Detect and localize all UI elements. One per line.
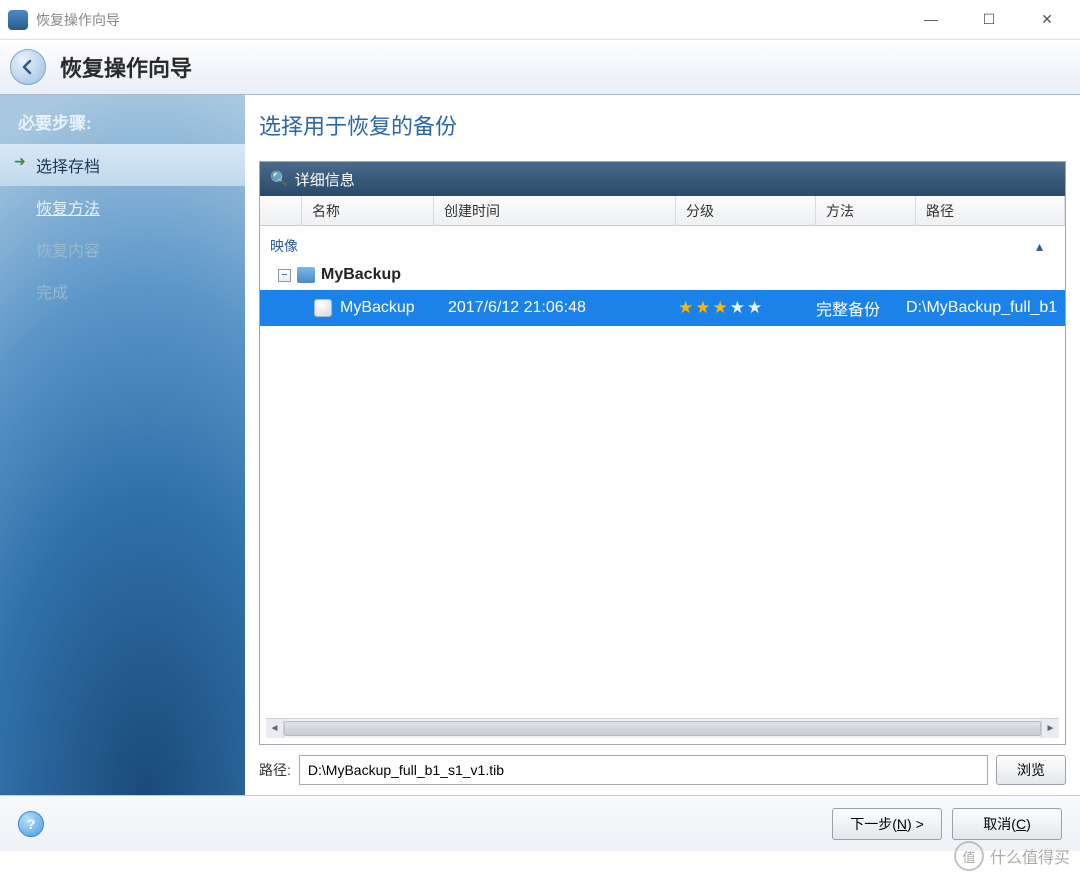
app-icon bbox=[8, 10, 28, 30]
backup-tree: 映像 ▴ − MyBackup MyBackup 2017/6/12 21:06… bbox=[260, 226, 1065, 712]
col-spacer bbox=[260, 196, 302, 225]
window-title: 恢复操作向导 bbox=[36, 10, 120, 30]
horizontal-scrollbar[interactable]: ◄ ► bbox=[266, 718, 1059, 738]
backup-row-selected[interactable]: MyBackup 2017/6/12 21:06:48 ★ ★ ★ ★ ★ 完整… bbox=[260, 290, 1065, 326]
archive-icon bbox=[297, 267, 315, 283]
page-title: 选择用于恢复的备份 bbox=[259, 109, 1066, 141]
step-recovery-method[interactable]: 恢复方法 bbox=[0, 186, 245, 228]
wizard-title: 恢复操作向导 bbox=[60, 51, 192, 83]
magnifier-icon: 🔍 bbox=[270, 170, 289, 188]
row-path: D:\MyBackup_full_b1 bbox=[906, 299, 1065, 317]
browse-button[interactable]: 浏览 bbox=[996, 755, 1066, 785]
scroll-left-icon[interactable]: ◄ bbox=[266, 719, 284, 738]
col-rating[interactable]: 分级 bbox=[676, 196, 816, 225]
col-path[interactable]: 路径 bbox=[916, 196, 1065, 225]
main-panel: 选择用于恢复的备份 🔍 详细信息 名称 创建时间 分级 方法 路径 映像 ▴ bbox=[245, 95, 1080, 795]
cancel-button[interactable]: 取消(C) bbox=[952, 808, 1062, 840]
col-name[interactable]: 名称 bbox=[302, 196, 434, 225]
row-rating: ★ ★ ★ ★ ★ bbox=[678, 298, 816, 318]
group-images[interactable]: 映像 ▴ bbox=[260, 232, 1065, 260]
row-name: MyBackup bbox=[340, 299, 448, 317]
watermark-text: 什么值得买 bbox=[990, 844, 1070, 868]
backup-image-icon bbox=[314, 299, 332, 317]
chevron-up-icon[interactable]: ▴ bbox=[1036, 238, 1043, 255]
titlebar: 恢复操作向导 — ☐ ✕ bbox=[0, 0, 1080, 40]
backup-list-panel: 🔍 详细信息 名称 创建时间 分级 方法 路径 映像 ▴ − MyBac bbox=[259, 161, 1066, 745]
tree-node-label: MyBackup bbox=[321, 266, 401, 284]
arrow-left-icon bbox=[20, 59, 36, 75]
step-finish: 完成 bbox=[0, 270, 245, 312]
star-icon: ★ bbox=[747, 298, 762, 318]
sidebar: 必要步骤: 选择存档 恢复方法 恢复内容 完成 bbox=[0, 95, 245, 795]
back-button[interactable] bbox=[10, 49, 46, 85]
window-controls: — ☐ ✕ bbox=[916, 11, 1072, 28]
watermark-badge: 值 bbox=[954, 841, 984, 871]
footer-actions: 下一步(N) > 取消(C) bbox=[832, 808, 1062, 840]
path-input[interactable] bbox=[299, 755, 988, 785]
star-icon: ★ bbox=[678, 298, 693, 318]
sidebar-title: 必要步骤: bbox=[0, 95, 245, 144]
scroll-thumb[interactable] bbox=[284, 721, 1041, 736]
toolbar-label: 详细信息 bbox=[295, 169, 355, 190]
wizard-body: 必要步骤: 选择存档 恢复方法 恢复内容 完成 选择用于恢复的备份 🔍 详细信息… bbox=[0, 95, 1080, 795]
wizard-footer: ? 下一步(N) > 取消(C) bbox=[0, 795, 1080, 851]
col-method[interactable]: 方法 bbox=[816, 196, 916, 225]
panel-toolbar: 🔍 详细信息 bbox=[260, 162, 1065, 196]
step-recovery-content: 恢复内容 bbox=[0, 228, 245, 270]
watermark: 值 什么值得买 bbox=[954, 841, 1070, 871]
path-label: 路径: bbox=[259, 760, 291, 780]
star-icon: ★ bbox=[730, 298, 745, 318]
tree-node-root[interactable]: − MyBackup bbox=[260, 260, 1065, 290]
scroll-right-icon[interactable]: ► bbox=[1041, 719, 1059, 738]
minimize-button[interactable]: — bbox=[916, 11, 946, 28]
star-icon: ★ bbox=[713, 298, 728, 318]
maximize-button[interactable]: ☐ bbox=[974, 11, 1004, 28]
collapse-icon[interactable]: − bbox=[278, 269, 291, 282]
step-select-archive[interactable]: 选择存档 bbox=[0, 144, 245, 186]
wizard-header: 恢复操作向导 bbox=[0, 40, 1080, 95]
column-headers: 名称 创建时间 分级 方法 路径 bbox=[260, 196, 1065, 226]
col-created[interactable]: 创建时间 bbox=[434, 196, 676, 225]
row-created: 2017/6/12 21:06:48 bbox=[448, 299, 678, 317]
star-icon: ★ bbox=[695, 298, 710, 318]
help-icon[interactable]: ? bbox=[18, 811, 44, 837]
next-button[interactable]: 下一步(N) > bbox=[832, 808, 942, 840]
row-method: 完整备份 bbox=[816, 296, 906, 320]
path-bar: 路径: 浏览 bbox=[259, 755, 1066, 785]
close-button[interactable]: ✕ bbox=[1032, 11, 1062, 28]
